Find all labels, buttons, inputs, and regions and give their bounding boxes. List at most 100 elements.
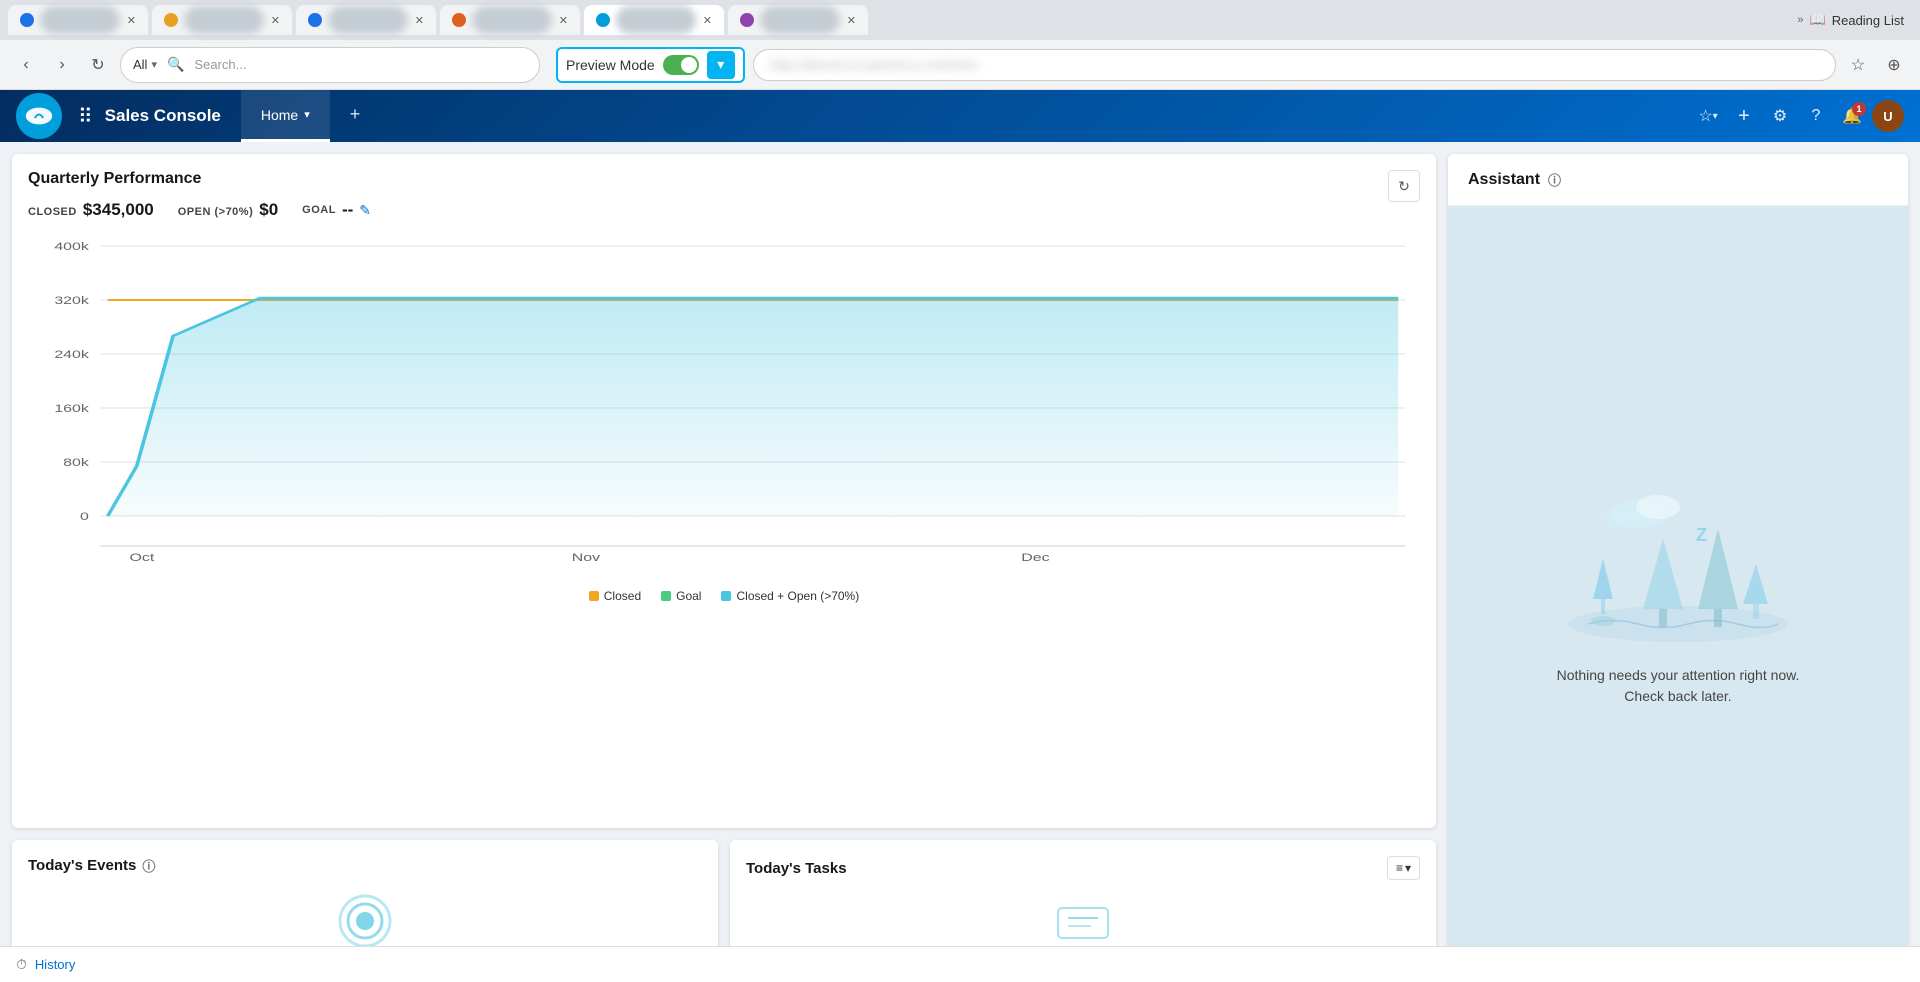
tab-add-icon: + xyxy=(350,104,361,125)
preview-mode-dropdown-button[interactable]: ▾ xyxy=(707,51,735,79)
favorites-icon[interactable]: ☆ ▾ xyxy=(1692,100,1724,132)
browser-tab-5[interactable]: blurred ✕ xyxy=(584,5,724,35)
chart-stats: CLOSED $345,000 OPEN (>70%) $0 GOAL -- ✎ xyxy=(28,200,1420,220)
events-info-icon[interactable]: ⓘ xyxy=(142,856,155,875)
back-button[interactable]: ‹ xyxy=(12,51,40,79)
tab-favicon-3 xyxy=(308,13,322,27)
svg-text:400k: 400k xyxy=(54,240,89,252)
browser-tab-6[interactable]: blurred ✕ xyxy=(728,5,868,35)
gear-icon: ⚙ xyxy=(1773,106,1787,126)
chevron-icon: » xyxy=(1797,14,1803,26)
history-icon: ⏱ xyxy=(16,956,27,973)
search-all-label: All xyxy=(133,57,147,72)
salesforce-navbar: ⠿ Sales Console Home ▾ + ☆ ▾ + ⚙ ? 🔔 1 U xyxy=(0,90,1920,142)
extensions-button[interactable]: ⊕ xyxy=(1880,51,1908,79)
tab-label-1: blurred xyxy=(40,6,120,34)
assistant-info-icon[interactable]: ⓘ xyxy=(1548,170,1561,189)
search-placeholder-text: Search... xyxy=(194,57,246,72)
tab-home-chevron-icon: ▾ xyxy=(304,108,310,121)
history-label: History xyxy=(35,957,75,972)
tab-favicon-6 xyxy=(740,13,754,27)
svg-text:Oct: Oct xyxy=(130,551,155,563)
tab-close-4[interactable]: ✕ xyxy=(559,14,568,27)
tasks-illustration xyxy=(1053,898,1113,948)
quarterly-performance-card: Quarterly Performance CLOSED $345,000 OP… xyxy=(12,154,1436,828)
tab-label-4: blurred xyxy=(472,6,552,34)
reading-list-label: Reading List xyxy=(1832,13,1904,28)
tab-close-5[interactable]: ✕ xyxy=(703,14,712,27)
svg-text:160k: 160k xyxy=(54,402,89,414)
tab-label-2: blurred xyxy=(184,6,264,34)
main-content-area: Quarterly Performance CLOSED $345,000 OP… xyxy=(0,142,1920,982)
preview-mode-pill: Preview Mode ▾ xyxy=(556,47,745,83)
tasks-card-title: Today's Tasks xyxy=(746,860,847,877)
events-illustration-area xyxy=(28,887,702,954)
tab-favicon-4 xyxy=(452,13,466,27)
tab-close-3[interactable]: ✕ xyxy=(415,14,424,27)
legend-goal-dot xyxy=(661,591,671,601)
tab-home-label: Home xyxy=(261,107,298,123)
setup-icon[interactable]: ⚙ xyxy=(1764,100,1796,132)
tab-label-5: blurred xyxy=(616,6,696,34)
assistant-illustration: Z xyxy=(1548,469,1808,649)
address-bar[interactable]: https://blurred-url.salesforce.com/home xyxy=(753,49,1836,81)
assistant-panel: Assistant ⓘ xyxy=(1448,154,1908,970)
forward-button[interactable]: › xyxy=(48,51,76,79)
tab-home[interactable]: Home ▾ xyxy=(241,90,330,142)
browser-tab-2[interactable]: blurred ✕ xyxy=(152,5,292,35)
tasks-card-header: Today's Tasks ≡ ▾ xyxy=(746,856,1420,880)
history-bar[interactable]: ⏱ History xyxy=(0,946,1920,982)
app-name-label: Sales Console xyxy=(105,106,221,126)
svg-text:80k: 80k xyxy=(63,456,89,468)
bookmark-button[interactable]: ☆ xyxy=(1844,51,1872,79)
sort-chevron-icon: ▾ xyxy=(1405,861,1411,875)
tasks-sort-button[interactable]: ≡ ▾ xyxy=(1387,856,1420,880)
tasks-title-text: Today's Tasks xyxy=(746,860,847,877)
add-record-icon[interactable]: + xyxy=(1728,100,1760,132)
legend-goal-label: Goal xyxy=(676,589,701,603)
refresh-button[interactable]: ↻ xyxy=(1388,170,1420,202)
open-value: $0 xyxy=(259,200,278,220)
star-icon: ☆ xyxy=(1698,106,1712,126)
search-all-chevron-icon: ▾ xyxy=(151,58,157,71)
performance-chart: 400k 320k 240k 160k 80k 0 Oct Nov Dec xyxy=(28,236,1420,576)
tasks-illustration-area xyxy=(746,892,1420,954)
tab-close-6[interactable]: ✕ xyxy=(847,14,856,27)
tab-favicon-1 xyxy=(20,13,34,27)
svg-text:Nov: Nov xyxy=(572,551,601,563)
tab-more[interactable]: + xyxy=(330,90,381,142)
chart-legend: Closed Goal Closed + Open (>70%) xyxy=(28,589,1420,603)
preview-mode-label: Preview Mode xyxy=(566,57,655,73)
salesforce-tabs: Home ▾ + xyxy=(241,90,380,142)
closed-label: CLOSED xyxy=(28,206,77,218)
reading-list-button[interactable]: » 📖 Reading List xyxy=(1797,12,1904,28)
browser-tab-4[interactable]: blurred ✕ xyxy=(440,5,580,35)
browser-tab-1[interactable]: blurred ✕ xyxy=(8,5,148,35)
avatar-initial: U xyxy=(1883,109,1892,124)
chart-svg-area: 400k 320k 240k 160k 80k 0 Oct Nov Dec xyxy=(28,236,1420,603)
edit-goal-icon[interactable]: ✎ xyxy=(359,202,371,219)
events-title-text: Today's Events xyxy=(28,857,136,874)
browser-tab-3[interactable]: blurred ✕ xyxy=(296,5,436,35)
help-icon[interactable]: ? xyxy=(1800,100,1832,132)
notifications-icon[interactable]: 🔔 1 xyxy=(1836,100,1868,132)
tab-close-1[interactable]: ✕ xyxy=(127,14,136,27)
preview-mode-toggle[interactable] xyxy=(663,55,699,75)
goal-stat: GOAL -- ✎ xyxy=(302,200,371,220)
notification-badge: 1 xyxy=(1852,102,1866,116)
goal-label: GOAL xyxy=(302,204,336,216)
svg-text:Z: Z xyxy=(1696,525,1707,545)
left-panel: Quarterly Performance CLOSED $345,000 OP… xyxy=(12,154,1436,970)
tab-close-2[interactable]: ✕ xyxy=(271,14,280,27)
plus-icon: + xyxy=(1738,105,1750,128)
star-down-icon: ▾ xyxy=(1713,111,1718,122)
sort-icon: ≡ xyxy=(1396,861,1403,875)
browser-chrome: ‹ › ↻ All ▾ 🔍 Search... Preview Mode ▾ h… xyxy=(0,40,1920,90)
svg-text:240k: 240k xyxy=(54,348,89,360)
browser-tabs-bar: blurred ✕ blurred ✕ blurred ✕ blurred ✕ … xyxy=(0,0,1920,40)
user-avatar[interactable]: U xyxy=(1872,100,1904,132)
tab-label-6: blurred xyxy=(760,6,840,34)
reload-button[interactable]: ↻ xyxy=(84,51,112,79)
svg-text:Dec: Dec xyxy=(1021,551,1050,563)
waffle-menu-icon[interactable]: ⠿ xyxy=(78,104,93,129)
